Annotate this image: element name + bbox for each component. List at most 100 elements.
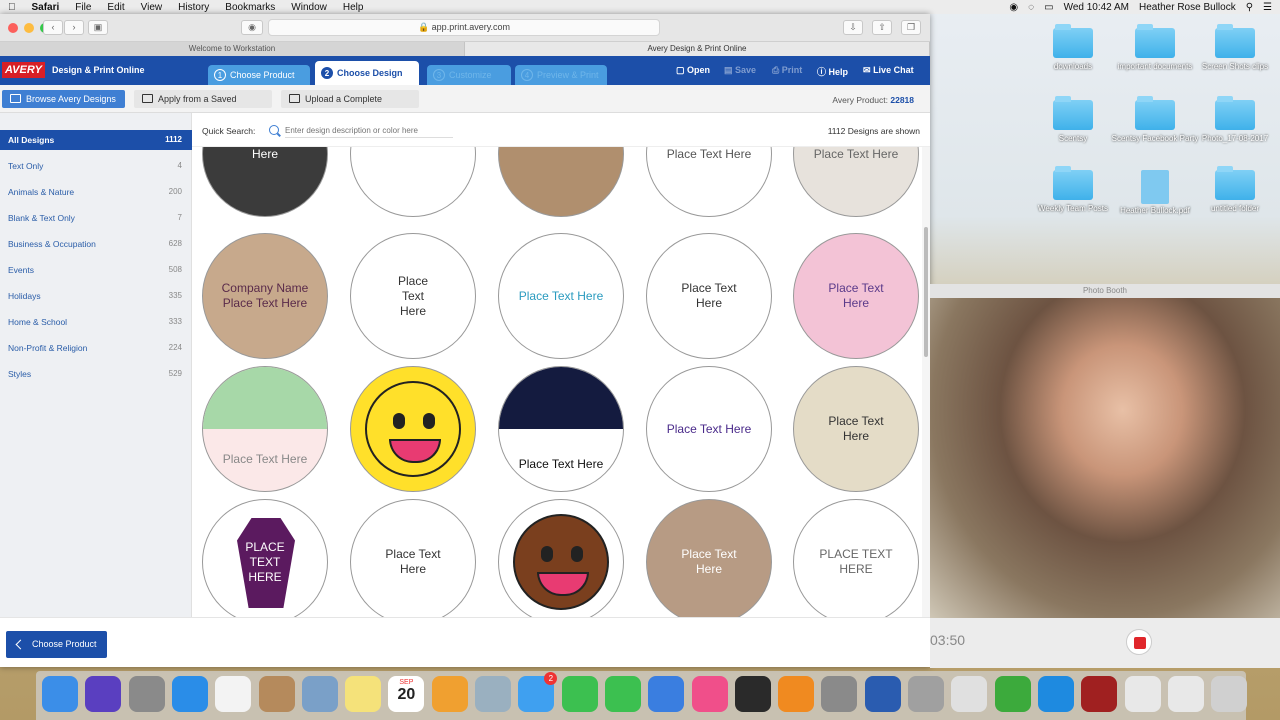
ibooks-icon[interactable] xyxy=(778,676,815,712)
image-capture-icon[interactable] xyxy=(475,676,511,712)
contacts-icon[interactable] xyxy=(258,676,295,712)
menu-window[interactable]: Window xyxy=(283,2,335,13)
category-holidays[interactable]: Holidays 335 xyxy=(0,286,192,306)
preview-icon[interactable] xyxy=(301,676,338,712)
choose-product-back-button[interactable]: Choose Product xyxy=(6,631,107,658)
desktop-folder-icon[interactable]: downloads xyxy=(1028,24,1118,72)
step-choose-product[interactable]: 1 Choose Product xyxy=(208,65,310,85)
tab-workstation[interactable]: Welcome to Workstation xyxy=(0,42,465,56)
design-thumbnail[interactable]: PLACE TEXT HERE xyxy=(202,499,328,617)
facetime-icon[interactable] xyxy=(561,676,598,712)
category-business-occupation[interactable]: Business & Occupation 628 xyxy=(0,234,192,254)
menubar-clock[interactable]: Wed 10:42 AM xyxy=(1064,2,1129,13)
step-customize[interactable]: 3 Customize xyxy=(427,65,511,85)
messages-icon[interactable]: 2 xyxy=(518,672,558,712)
word-icon[interactable] xyxy=(864,676,901,712)
design-thumbnail[interactable]: Place Text Here xyxy=(350,233,476,359)
launchpad-icon[interactable] xyxy=(128,676,165,712)
back-button[interactable]: ‹ xyxy=(43,20,63,35)
sidebar-toggle-icon[interactable]: ▣ xyxy=(88,20,108,35)
category-non-profit-religion[interactable]: Non-Profit & Religion 224 xyxy=(0,338,192,358)
tab-avery[interactable]: Avery Design & Print Online xyxy=(465,42,930,56)
design-thumbnail[interactable]: Place Text Here xyxy=(350,499,476,617)
design-thumbnail[interactable]: PLACE TEXT HERE xyxy=(793,499,919,617)
upload-design-button[interactable]: Upload a Complete Design xyxy=(281,90,419,122)
category-animals-nature[interactable]: Animals & Nature 200 xyxy=(0,182,192,202)
desktop-folder-icon[interactable]: untitled folder xyxy=(1190,166,1280,214)
spotlight-icon[interactable]: ⚲ xyxy=(1246,2,1253,13)
design-thumbnail[interactable]: Place Text Here xyxy=(646,499,772,617)
numbers-icon[interactable] xyxy=(604,676,641,712)
wifi-icon[interactable]: ◌ xyxy=(1028,2,1034,13)
menubar-user[interactable]: Heather Rose Bullock xyxy=(1139,2,1236,13)
desktop-folder-icon[interactable]: Scentsy Facebook Party xyxy=(1110,96,1200,144)
document-icon[interactable] xyxy=(1124,676,1161,712)
apply-saved-project-button[interactable]: Apply from a Saved Project xyxy=(134,90,272,122)
scanner-icon[interactable] xyxy=(908,676,944,712)
menu-bookmarks[interactable]: Bookmarks xyxy=(217,2,283,13)
desktop-folder-icon[interactable]: important documents xyxy=(1110,24,1200,72)
category-events[interactable]: Events 508 xyxy=(0,260,192,280)
system-preferences-icon[interactable] xyxy=(821,676,858,712)
minimize-window-button[interactable] xyxy=(24,23,34,33)
calendar-icon[interactable]: SEP 20 xyxy=(388,676,425,712)
print-button[interactable]: ⎙ Print xyxy=(772,65,802,76)
step-choose-design[interactable]: 2 Choose Design xyxy=(315,61,419,85)
menu-history[interactable]: History xyxy=(170,2,217,13)
excel-icon[interactable] xyxy=(994,676,1031,712)
trash-icon[interactable] xyxy=(1211,676,1248,712)
desktop-folder-icon[interactable]: Photo_17-08-2017 xyxy=(1190,96,1280,144)
safari-icon[interactable] xyxy=(171,676,208,712)
design-thumbnail[interactable] xyxy=(350,147,476,217)
menu-help[interactable]: Help xyxy=(335,2,372,13)
search-input[interactable] xyxy=(285,123,453,138)
design-thumbnail[interactable]: Place Text Here xyxy=(793,366,919,492)
design-thumbnail[interactable]: Place Text Here xyxy=(793,147,919,217)
notification-center-icon[interactable]: ☰ xyxy=(1263,2,1272,13)
search-icon[interactable] xyxy=(269,125,279,135)
save-button[interactable]: ▤ Save xyxy=(724,65,756,76)
siri-icon[interactable] xyxy=(85,676,122,712)
design-thumbnail[interactable] xyxy=(498,147,624,217)
category-blank-text-only[interactable]: Blank & Text Only 7 xyxy=(0,208,192,228)
battery-icon[interactable]: ▭ xyxy=(1044,2,1053,13)
desktop-folder-icon[interactable]: Screen Shots clips xyxy=(1190,24,1280,72)
close-window-button[interactable] xyxy=(8,23,18,33)
design-thumbnail[interactable]: Place Text Here xyxy=(202,366,328,492)
menu-app-name[interactable]: Safari xyxy=(24,2,68,13)
record-status-icon[interactable]: ◉ xyxy=(1009,2,1018,13)
document-icon[interactable] xyxy=(1167,676,1204,712)
menu-view[interactable]: View xyxy=(133,2,171,13)
category-all-designs[interactable]: All Designs 1112 xyxy=(0,130,192,150)
design-thumbnail[interactable]: Place Text Here xyxy=(646,233,772,359)
desktop-folder-icon[interactable]: Heather Bullock.pdf xyxy=(1110,170,1200,216)
scrollbar-thumb[interactable] xyxy=(924,227,928,357)
grid-scrollbar[interactable] xyxy=(922,147,930,617)
quicktime-icon[interactable] xyxy=(734,676,771,712)
avery-logo[interactable]: AVERY xyxy=(2,62,45,78)
photos-icon[interactable] xyxy=(215,676,252,712)
design-thumbnail[interactable]: Place Text Here xyxy=(646,147,772,217)
photo-booth-icon[interactable] xyxy=(1081,676,1118,712)
notes-icon[interactable] xyxy=(345,676,382,712)
design-thumbnail[interactable]: Place Text Here xyxy=(793,233,919,359)
step-preview-print[interactable]: 4 Preview & Print xyxy=(515,65,607,85)
menu-file[interactable]: File xyxy=(67,2,99,13)
help-button[interactable]: ⓘ Help xyxy=(817,65,848,78)
address-bar[interactable]: 🔒 app.print.avery.com xyxy=(268,19,660,36)
finder-icon[interactable] xyxy=(42,676,78,712)
apple-menu-icon[interactable]:  xyxy=(0,2,24,13)
category-styles[interactable]: Styles 529 xyxy=(0,364,192,384)
textedit-icon[interactable] xyxy=(951,676,988,712)
design-thumbnail[interactable]: Place Text Here xyxy=(498,233,624,359)
keynote-icon[interactable] xyxy=(648,676,685,712)
pages-icon[interactable] xyxy=(431,676,468,712)
design-thumbnail[interactable]: Place Text Here xyxy=(498,366,624,492)
live-chat-button[interactable]: ✉ Live Chat xyxy=(863,65,914,76)
quicktime-player-icon[interactable] xyxy=(1037,676,1074,712)
design-thumbnail[interactable]: Place Text Here xyxy=(646,366,772,492)
share-icon[interactable]: ⇧ xyxy=(872,20,892,35)
stop-recording-button[interactable] xyxy=(1126,629,1152,655)
tabs-overview-icon[interactable]: ❐ xyxy=(901,20,921,35)
desktop-folder-icon[interactable]: Weekly Team Posts xyxy=(1028,166,1118,214)
